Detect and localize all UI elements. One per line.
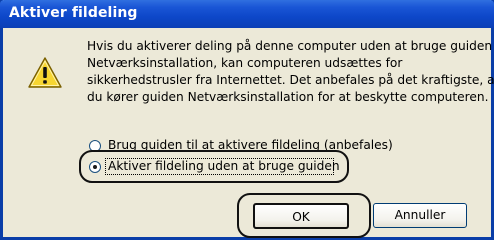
radio-button-without-wizard[interactable] [89,161,101,173]
radio-selected-dot [93,165,97,169]
warning-icon [28,57,62,88]
title-bar[interactable]: Aktiver fildeling [0,0,494,28]
ok-button-label: OK [292,210,310,224]
message-line: sikkerhedstrusler fra Internettet. Det a… [87,73,494,87]
message-line: Hvis du aktiverer deling på denne comput… [87,39,493,53]
window-title: Aktiver fildeling [9,5,138,21]
aktiver-fildeling-dialog: Aktiver fildeling Hvis du aktiverer deli… [0,0,494,240]
cancel-button[interactable]: Annuller [373,203,467,228]
radio-option-without-wizard[interactable]: Aktiver fildeling uden at bruge guiden [89,158,340,175]
radio-label-without-wizard[interactable]: Aktiver fildeling uden at bruge guiden [108,159,340,173]
ok-button[interactable]: OK [253,203,349,229]
cancel-button-label: Annuller [394,208,446,222]
message-line: du kører guiden Netværksinstallation for… [87,90,489,104]
warning-message: Hvis du aktiverer deling på denne comput… [87,38,494,106]
message-line: Netværksinstallation, kan computeren uds… [87,56,403,70]
